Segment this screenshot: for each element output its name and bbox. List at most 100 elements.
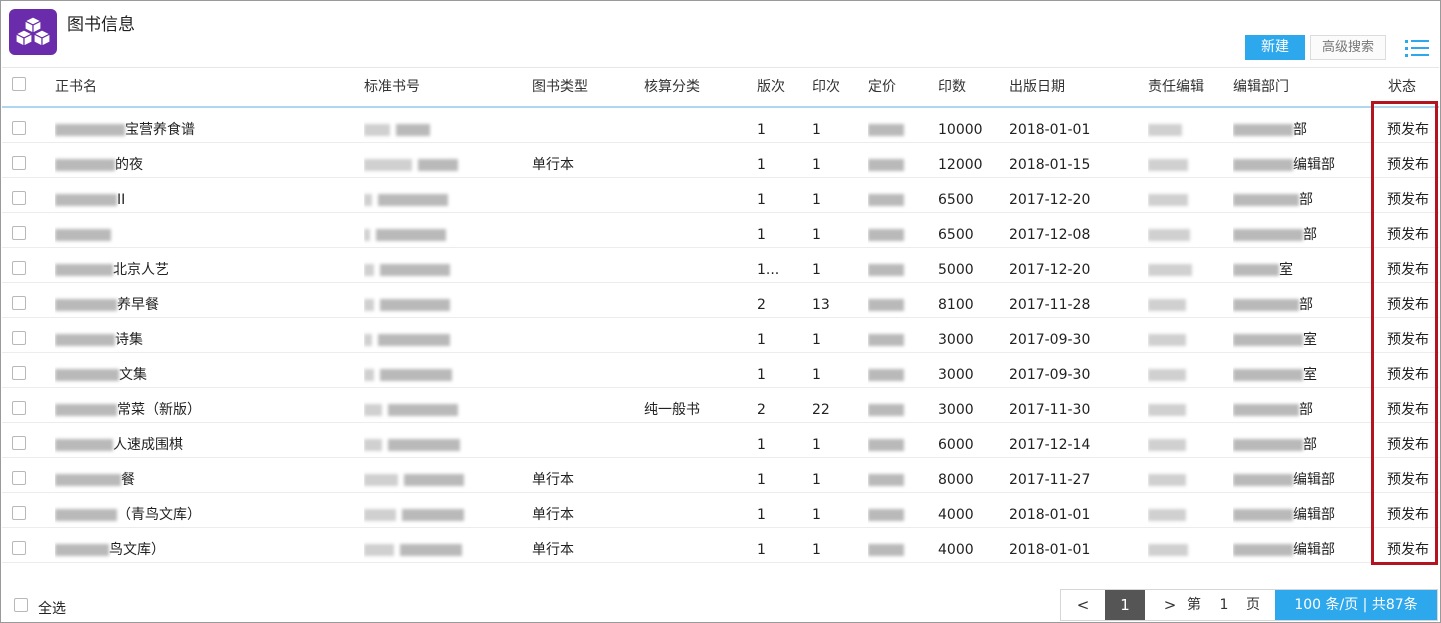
book-type-cell <box>532 213 632 248</box>
redacted-text <box>868 159 904 171</box>
column-header-date[interactable]: 出版日期 <box>1009 68 1065 106</box>
table-row[interactable]: 的夜 单行本 1 1 12000 2018-01-15 编辑部 预发布 <box>2 143 1439 178</box>
row-checkbox[interactable] <box>12 471 26 485</box>
new-button[interactable]: 新建 <box>1245 35 1305 60</box>
account-cell <box>644 318 744 353</box>
impression-cell: 1 <box>812 192 821 208</box>
row-checkbox[interactable] <box>12 366 26 380</box>
row-checkbox[interactable] <box>12 156 26 170</box>
account-cell: 纯一般书 <box>644 402 700 418</box>
title-text: 北京人艺 <box>113 262 169 278</box>
redacted-text <box>868 194 904 206</box>
dept-cell: 编辑部 <box>1233 528 1363 563</box>
prev-page-button[interactable]: < <box>1061 590 1105 620</box>
redacted-text <box>868 229 904 241</box>
title-cell: II <box>55 178 345 213</box>
redacted-text <box>1148 264 1192 276</box>
advanced-search-button[interactable]: 高级搜索 <box>1310 35 1386 60</box>
column-header-editor[interactable]: 责任编辑 <box>1148 68 1204 106</box>
isbn-cell <box>364 143 514 178</box>
print-run-cell: 4000 <box>938 507 974 523</box>
impression-cell: 1 <box>812 437 821 453</box>
title-text: 人速成围棋 <box>113 437 183 453</box>
dept-text: 室 <box>1303 332 1317 348</box>
redacted-text <box>380 369 452 381</box>
row-checkbox[interactable] <box>12 331 26 345</box>
edition-cell: 1 <box>757 192 766 208</box>
table-row[interactable]: 人速成围棋 1 1 6000 2017-12-14 部预发布 <box>2 423 1439 458</box>
dept-text: 部 <box>1293 122 1307 138</box>
table-row[interactable]: （青鸟文库） 单行本 1 1 4000 2018-01-01 编辑部 预发布 <box>2 493 1439 528</box>
row-checkbox[interactable] <box>12 296 26 310</box>
editor-cell <box>1148 353 1218 388</box>
book-type-cell <box>532 248 632 283</box>
title-cell: 人速成围棋 <box>55 423 345 458</box>
dept-text: 编辑部 <box>1293 157 1335 173</box>
table-row[interactable]: II 1 1 6500 2017-12-20 部预发布 <box>2 178 1439 213</box>
dept-text: 部 <box>1303 227 1317 243</box>
title-text: 诗集 <box>115 332 143 348</box>
dept-cell: 部 <box>1233 423 1363 458</box>
dept-text: 部 <box>1299 297 1313 313</box>
column-header-price[interactable]: 定价 <box>868 68 896 106</box>
column-header-isbn[interactable]: 标准书号 <box>364 68 420 106</box>
table-row[interactable]: 常菜（新版） 纯一般书 2 22 3000 2017-11-30 部预发布 <box>2 388 1439 423</box>
isbn-cell <box>364 108 514 143</box>
impression-cell: 1 <box>812 157 821 173</box>
title-cell: 宝营养食谱 <box>55 108 345 143</box>
price-cell <box>868 528 918 563</box>
print-run-cell: 10000 <box>938 122 983 138</box>
page-size-select[interactable]: 100 条/页 | 共87条 <box>1275 590 1437 620</box>
row-checkbox[interactable] <box>12 436 26 450</box>
column-header-dept[interactable]: 编辑部门 <box>1233 68 1289 106</box>
table-row[interactable]: 宝营养食谱 1 1 10000 2018-01-01 部预发布 <box>2 108 1439 143</box>
dept-cell: 室 <box>1233 353 1363 388</box>
row-checkbox[interactable] <box>12 226 26 240</box>
select-all-checkbox[interactable] <box>14 598 28 612</box>
redacted-text <box>55 369 119 381</box>
table-row[interactable]: 诗集 1 1 3000 2017-09-30 室预发布 <box>2 318 1439 353</box>
dept-text: 部 <box>1303 437 1317 453</box>
editor-cell <box>1148 213 1218 248</box>
current-page-button[interactable]: 1 <box>1105 590 1145 620</box>
column-header-print-run[interactable]: 印数 <box>938 68 966 106</box>
redacted-text <box>868 334 904 346</box>
date-cell: 2018-01-01 <box>1009 542 1091 558</box>
header-checkbox[interactable] <box>12 77 26 91</box>
editor-cell <box>1148 423 1218 458</box>
account-cell <box>644 248 744 283</box>
table-row[interactable]: 北京人艺 1... 1 5000 2017-12-20 室预发布 <box>2 248 1439 283</box>
table-row[interactable]: 餐单行本 1 1 8000 2017-11-27 编辑部 预发布 <box>2 458 1439 493</box>
list-icon[interactable] <box>1405 39 1429 57</box>
row-checkbox[interactable] <box>12 121 26 135</box>
book-type-cell <box>532 423 632 458</box>
page-number-input[interactable]: 1 <box>1213 590 1235 620</box>
column-header-title[interactable]: 正书名 <box>55 68 97 106</box>
editor-cell <box>1148 528 1218 563</box>
row-checkbox[interactable] <box>12 191 26 205</box>
column-header-edition[interactable]: 版次 <box>757 68 785 106</box>
table-row[interactable]: 养早餐 2 13 8100 2017-11-28 部预发布 <box>2 283 1439 318</box>
impression-cell: 1 <box>812 227 821 243</box>
row-checkbox[interactable] <box>12 506 26 520</box>
next-page-button[interactable]: > <box>1157 590 1183 620</box>
table-row[interactable]: 1 1 6500 2017-12-08 部预发布 <box>2 213 1439 248</box>
print-run-cell: 6500 <box>938 192 974 208</box>
row-checkbox[interactable] <box>12 261 26 275</box>
table-body: 宝营养食谱 1 1 10000 2018-01-01 部预发布 的夜 单行本 1 1 12000 20… <box>2 107 1439 579</box>
dept-text: 部 <box>1299 402 1313 418</box>
table-row[interactable]: 文集 1 1 3000 2017-09-30 室预发布 <box>2 353 1439 388</box>
column-header-account[interactable]: 核算分类 <box>644 68 700 106</box>
column-header-book-type[interactable]: 图书类型 <box>532 68 588 106</box>
redacted-text <box>388 404 458 416</box>
row-checkbox[interactable] <box>12 541 26 555</box>
dept-text: 室 <box>1279 262 1293 278</box>
title-cell: 诗集 <box>55 318 345 353</box>
redacted-text <box>55 159 115 171</box>
select-all-label[interactable]: 全选 <box>38 598 66 618</box>
row-checkbox[interactable] <box>12 401 26 415</box>
column-header-impression[interactable]: 印次 <box>812 68 840 106</box>
account-cell <box>644 423 744 458</box>
table-row[interactable]: 鸟文库） 单行本 1 1 4000 2018-01-01 编辑部 预发布 <box>2 528 1439 563</box>
editor-cell <box>1148 178 1218 213</box>
